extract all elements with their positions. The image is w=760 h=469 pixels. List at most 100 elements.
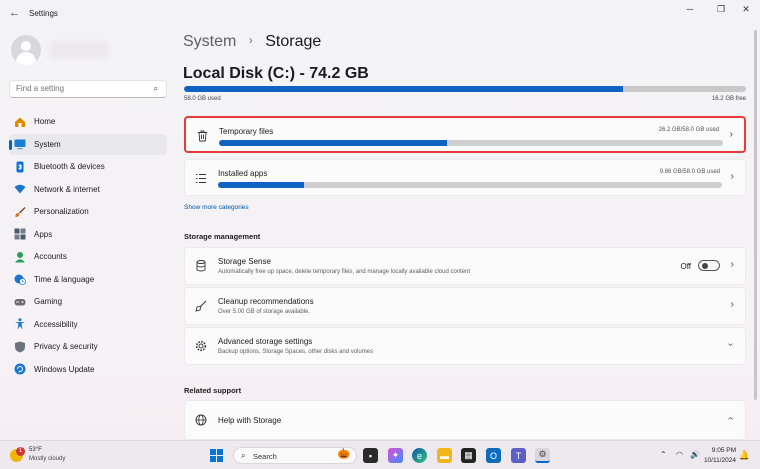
advanced-storage-settings-row[interactable]: Advanced storage settings Backup options…: [184, 327, 746, 365]
sidebar-item-label: Time & language: [34, 274, 95, 284]
taskbar-search[interactable]: ⌕ Search 🎃: [233, 447, 357, 464]
gamepad-icon: [14, 296, 26, 308]
window-title: Settings: [29, 9, 58, 18]
chevron-right-icon: ›: [730, 259, 734, 270]
sidebar-item-home[interactable]: Home: [9, 111, 167, 132]
category-name: Temporary files: [219, 127, 274, 136]
related-support-heading: Related support: [184, 386, 242, 395]
storage-management-heading: Storage management: [184, 232, 261, 241]
category-installed-apps[interactable]: Installed apps 9.86 GB/58.0 GB used ›: [184, 159, 746, 196]
sidebar-item-personalization[interactable]: Personalization: [9, 201, 167, 222]
apps-icon: [14, 228, 26, 240]
page-title: Storage: [265, 33, 322, 50]
outlook-icon[interactable]: O: [486, 448, 501, 463]
sidebar-item-label: Personalization: [34, 207, 89, 216]
sidebar-item-windows-update[interactable]: Windows Update: [9, 359, 167, 380]
category-temporary-files[interactable]: Temporary files 26.2 GB/58.0 GB used ›: [184, 116, 746, 153]
weather-widget[interactable]: 1 53°F Mostly cloudy: [10, 447, 90, 465]
category-usage-bar: [218, 182, 722, 188]
clock-date: 10/11/2024: [703, 457, 736, 464]
teams-icon[interactable]: T: [511, 448, 526, 463]
sidebar-item-label: Apps: [34, 229, 53, 239]
wifi-status-icon[interactable]: ◠: [676, 450, 683, 459]
sidebar-item-label: Accounts: [34, 252, 67, 261]
show-hidden-icons-icon[interactable]: ⌃: [660, 450, 667, 459]
search-icon: ⌕: [241, 451, 246, 460]
brush-icon: [14, 206, 26, 218]
sidebar-item-network[interactable]: Network & internet: [9, 179, 167, 200]
accounts-icon: [14, 251, 26, 263]
search-highlight-icon: 🎃: [337, 449, 350, 460]
sidebar-item-privacy[interactable]: Privacy & security: [9, 336, 167, 357]
gear-icon: [195, 340, 207, 352]
sidebar-item-label: Home: [34, 117, 56, 126]
scrollbar[interactable]: [754, 30, 757, 400]
sidebar-item-accounts[interactable]: Accounts: [9, 246, 167, 267]
system-icon: [14, 138, 26, 150]
sidebar-item-time-language[interactable]: Time & language: [9, 269, 167, 290]
category-usage: 26.2 GB/58.0 GB used: [658, 127, 719, 133]
setting-name: Advanced storage settings: [218, 337, 313, 346]
update-icon: [14, 363, 26, 375]
search-input[interactable]: [16, 84, 146, 93]
taskbar-search-label: Search: [253, 452, 277, 461]
windows-start-icon[interactable]: [209, 448, 224, 463]
bluetooth-icon: [14, 161, 26, 173]
search-icon[interactable]: ⌕: [154, 84, 158, 94]
sidebar-item-apps[interactable]: Apps: [9, 224, 167, 245]
sidebar-item-label: System: [34, 139, 61, 149]
sidebar-nav: Home System Bluetooth & devices Network …: [9, 111, 167, 381]
store-icon[interactable]: ▦: [461, 448, 476, 463]
back-arrow-icon[interactable]: ←: [9, 7, 20, 19]
broom-icon: [195, 300, 207, 312]
show-more-categories-link[interactable]: Show more categories: [184, 204, 249, 211]
list-icon: [195, 172, 207, 184]
storage-sense-row[interactable]: Storage Sense Automatically free up spac…: [184, 247, 746, 285]
wifi-icon: [14, 183, 26, 195]
category-usage-bar: [219, 140, 723, 146]
category-name: Installed apps: [218, 169, 268, 178]
sidebar-item-label: Gaming: [34, 297, 63, 306]
toggle-state-label: Off: [680, 262, 691, 271]
edge-icon[interactable]: e: [412, 448, 427, 463]
setting-description: Over 5.00 GB of storage available.: [218, 309, 311, 315]
globe-icon: [195, 414, 207, 426]
settings-app-icon[interactable]: ⚙: [535, 448, 550, 463]
chevron-right-icon: ›: [248, 33, 253, 47]
chevron-up-icon: ›: [724, 416, 736, 421]
find-setting-search[interactable]: ⌕: [9, 80, 167, 98]
sidebar-item-system[interactable]: System: [9, 133, 167, 155]
storage-sense-toggle[interactable]: [698, 260, 720, 271]
copilot-icon[interactable]: ✦: [388, 448, 403, 463]
system-clock[interactable]: 9:05 PM 10/11/2024: [704, 446, 736, 466]
cleanup-recommendations-row[interactable]: Cleanup recommendations Over 5.00 GB of …: [184, 287, 746, 325]
file-explorer-icon[interactable]: ▬: [437, 448, 452, 463]
trash-icon: [196, 130, 208, 142]
blurred-account-name: [49, 41, 109, 59]
setting-name: Cleanup recommendations: [218, 297, 314, 306]
setting-description: Automatically free up space, delete temp…: [218, 269, 471, 275]
category-usage: 9.86 GB/58.0 GB used: [659, 169, 720, 175]
avatar: [11, 35, 41, 65]
task-view-icon[interactable]: ▪: [363, 448, 378, 463]
globe-clock-icon: [14, 273, 26, 285]
breadcrumb: System › Storage: [183, 33, 321, 51]
chevron-right-icon: ›: [730, 171, 734, 182]
sidebar-item-bluetooth[interactable]: Bluetooth & devices: [9, 156, 167, 177]
category-usage-fill: [219, 140, 447, 146]
breadcrumb-parent[interactable]: System: [183, 33, 236, 50]
minimize-icon[interactable]: ─: [683, 4, 697, 14]
help-with-storage-row[interactable]: Help with Storage ›: [184, 400, 746, 440]
sidebar-item-gaming[interactable]: Gaming: [9, 291, 167, 312]
sidebar-item-label: Accessibility: [34, 319, 78, 329]
close-icon[interactable]: ✕: [739, 4, 753, 15]
shield-icon: [14, 341, 26, 353]
sidebar-item-label: Windows Update: [34, 364, 95, 374]
user-profile[interactable]: [11, 35, 161, 65]
volume-icon[interactable]: 🔊: [690, 450, 700, 459]
home-icon: [14, 116, 26, 128]
category-usage-fill: [218, 182, 304, 188]
sidebar-item-accessibility[interactable]: Accessibility: [9, 314, 167, 335]
bell-icon[interactable]: 🔔: [739, 450, 750, 461]
restore-icon[interactable]: ❐: [714, 4, 728, 15]
